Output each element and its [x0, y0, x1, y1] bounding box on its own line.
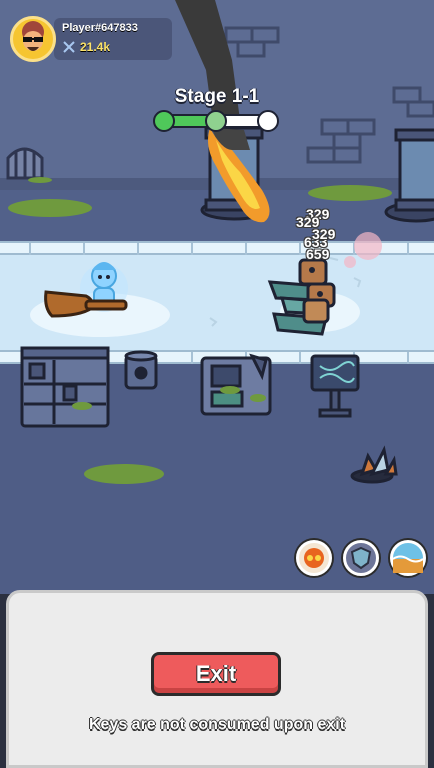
- sewer-grate: [6, 147, 44, 180]
- skill-button-water[interactable]: [390, 540, 426, 576]
- skill-button-fire[interactable]: [296, 540, 332, 576]
- slime-puddle: [84, 464, 164, 484]
- skill-button-shield[interactable]: [343, 540, 379, 576]
- slime-puddle: [28, 177, 52, 183]
- exit-note: Keys are not consumed upon exit: [88, 716, 346, 733]
- lab-console: [200, 353, 272, 416]
- brick-patch-top: [224, 26, 280, 58]
- combat-power-value: 21.4k: [80, 40, 111, 54]
- water-wave-icon: [392, 555, 424, 573]
- shield-icon: [350, 546, 372, 570]
- stage-node-cleared: [153, 110, 175, 132]
- damage-number: 659: [306, 246, 330, 262]
- power-row: 21.4k: [62, 40, 110, 54]
- crossed-swords-icon: [63, 41, 75, 53]
- stage-title: Stage 1-1: [174, 86, 260, 107]
- slime-puddle: [8, 199, 92, 217]
- player-card[interactable]: Player#647833 21.4k: [10, 16, 172, 64]
- exit-button[interactable]: Exit: [151, 652, 281, 696]
- enemy-group: [267, 258, 336, 336]
- stage-node-locked: [257, 110, 279, 132]
- dna-monitor: [310, 354, 360, 418]
- avatar[interactable]: [10, 16, 56, 62]
- stage-node-current: [205, 110, 227, 132]
- biohazard-barrel: [124, 350, 158, 390]
- lab-cabinet: [20, 346, 110, 428]
- broken-pipe: [350, 445, 398, 484]
- avatar-face-icon: [22, 21, 44, 51]
- fire-orb-icon: [304, 548, 324, 568]
- damage-number: 329: [312, 226, 336, 242]
- hit-sparks: [344, 232, 382, 268]
- specimen-tank-right: [384, 128, 434, 223]
- slime-puddle: [308, 185, 392, 201]
- player-name: Player#647833: [62, 22, 138, 34]
- game-screen: 329 329 633 329 659 Player#647833 21.4k …: [0, 0, 434, 768]
